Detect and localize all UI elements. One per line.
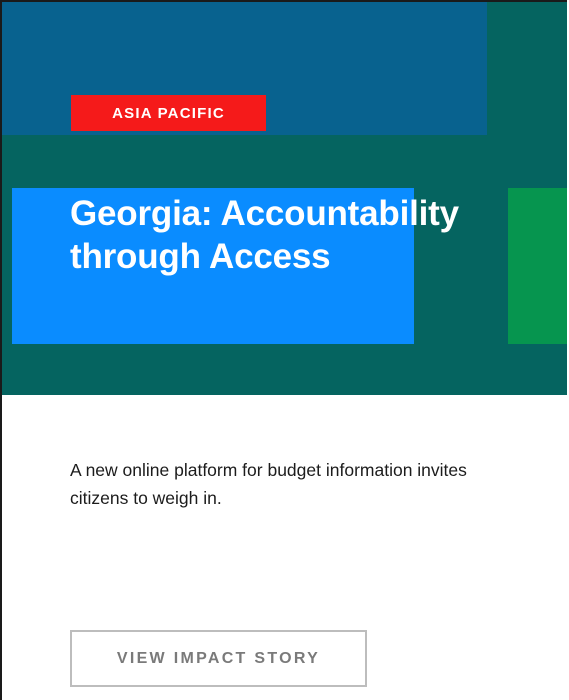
hero-banner: ASIA PACIFIC Georgia: Accountability thr… [2,2,567,395]
impact-story-card: ASIA PACIFIC Georgia: Accountability thr… [0,0,567,700]
region-badge: ASIA PACIFIC [71,95,266,131]
story-title: Georgia: Accountability through Access [70,194,459,276]
story-description: A new online platform for budget informa… [70,460,467,508]
view-impact-story-button[interactable]: VIEW IMPACT STORY [70,630,367,687]
